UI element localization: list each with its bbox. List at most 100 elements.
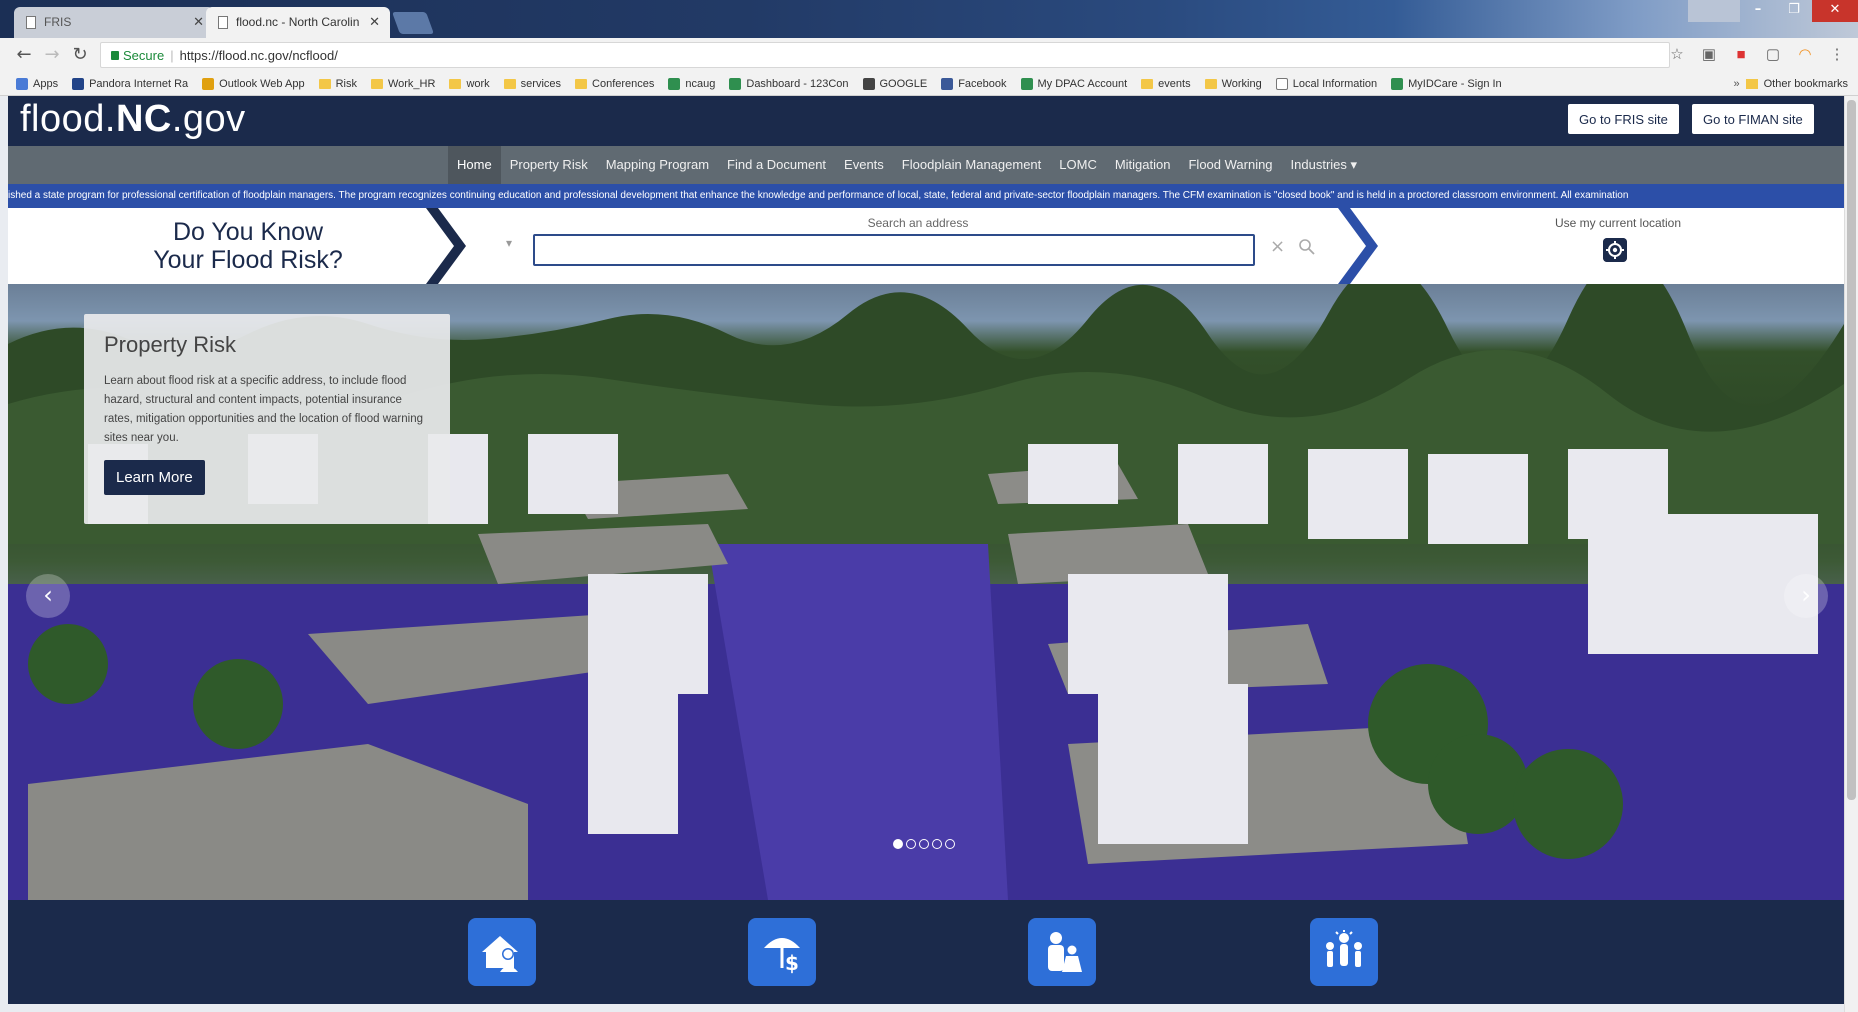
- carousel-next-icon[interactable]: ›: [1784, 574, 1828, 618]
- carousel-dot[interactable]: [919, 839, 929, 849]
- bookmarks-bar: Apps Pandora Internet Ra Outlook Web App Ri…: [0, 72, 1858, 96]
- site-header: flood.NC.gov Go to FRIS site Go to FIMAN…: [8, 96, 1844, 146]
- tab-floodnc[interactable]: flood.nc - North Carolin ✕: [206, 7, 390, 38]
- back-icon[interactable]: ←: [12, 43, 36, 67]
- go-to-fris-button[interactable]: Go to FRIS site: [1568, 104, 1679, 134]
- carousel-prev-icon[interactable]: ‹: [26, 574, 70, 618]
- forward-icon[interactable]: →: [40, 43, 64, 67]
- window-controls: – ❐ ✕: [1688, 0, 1858, 22]
- bookmark-item[interactable]: My DPAC Account: [1020, 77, 1128, 90]
- bookmark-icon: [729, 77, 742, 90]
- carousel-dot[interactable]: [945, 839, 955, 849]
- extension-icon[interactable]: ■: [1732, 46, 1750, 64]
- nav-item[interactable]: Events: [835, 146, 893, 184]
- rss-icon[interactable]: ◠: [1796, 46, 1814, 64]
- scrollbar-thumb[interactable]: [1847, 100, 1856, 800]
- extension-icon[interactable]: ▣: [1700, 46, 1718, 64]
- tab-title: FRIS: [44, 15, 72, 29]
- svg-text:$: $: [785, 951, 799, 975]
- reload-icon[interactable]: ↻: [68, 43, 92, 67]
- star-icon[interactable]: ☆: [1668, 46, 1686, 64]
- bookmark-item[interactable]: Work_HR: [370, 78, 435, 90]
- bookmark-item[interactable]: events: [1141, 78, 1191, 90]
- nav-item[interactable]: Property Risk: [501, 146, 597, 184]
- search-icon[interactable]: [1298, 238, 1316, 256]
- nav-item[interactable]: Floodplain Management: [893, 146, 1050, 184]
- bookmark-label: services: [520, 77, 562, 90]
- nav-item[interactable]: LOMC: [1050, 146, 1106, 184]
- bookmark-item[interactable]: work: [449, 78, 490, 90]
- bookmark-icon: [668, 77, 681, 90]
- bookmark-label: Apps: [33, 77, 59, 90]
- address-bar[interactable]: Secure | https://flood.nc.gov/ncflood/: [100, 42, 1670, 68]
- bookmark-label: My DPAC Account: [1037, 77, 1128, 90]
- bookmark-item[interactable]: Apps: [16, 77, 59, 90]
- chevron-right-icon: [1338, 208, 1378, 284]
- current-location-button[interactable]: [1603, 238, 1627, 262]
- omnibar: ← → ↻ Secure | https://flood.nc.gov/ncfloo…: [0, 38, 1858, 72]
- carousel-dot[interactable]: [893, 839, 903, 849]
- close-tab-icon[interactable]: ✕: [369, 14, 380, 30]
- folder-icon: [449, 78, 462, 89]
- bookmark-item[interactable]: ncaug: [668, 77, 716, 90]
- bookmark-item[interactable]: services: [503, 77, 562, 90]
- minimize-button[interactable]: –: [1740, 0, 1776, 22]
- webpage: flood.NC.gov Go to FRIS site Go to FIMAN…: [8, 96, 1844, 1004]
- bookmark-item[interactable]: MyIDCare - Sign In: [1391, 77, 1502, 90]
- search-label: Search an address: [867, 216, 969, 230]
- new-tab-button[interactable]: [391, 12, 435, 34]
- address-search-input[interactable]: [533, 234, 1255, 266]
- bookmark-item[interactable]: GOOGLE: [862, 77, 928, 90]
- house-family-icon[interactable]: [468, 918, 536, 986]
- bookmark-item[interactable]: Pandora Internet Ra: [72, 77, 188, 90]
- bookmark-item[interactable]: Conferences: [575, 78, 654, 90]
- umbrella-money-icon[interactable]: $: [748, 918, 816, 986]
- bookmark-icon: [1020, 77, 1033, 90]
- learn-more-button[interactable]: Learn More: [104, 460, 205, 495]
- tab-fris[interactable]: FRIS ✕: [14, 7, 214, 38]
- close-tab-icon[interactable]: ✕: [193, 14, 204, 30]
- folder-icon: [1141, 78, 1154, 89]
- folder-icon: [318, 78, 331, 89]
- url-text: https://flood.nc.gov/ncflood/: [179, 48, 338, 63]
- carousel-dot[interactable]: [906, 839, 916, 849]
- clear-icon[interactable]: ×: [1270, 236, 1285, 257]
- menu-icon[interactable]: ⋮: [1828, 46, 1846, 64]
- bookmark-item[interactable]: Dashboard - 123Con: [729, 77, 849, 90]
- browser-titlebar: FRIS ✕ flood.nc - North Carolin ✕ – ❐ ✕: [0, 0, 1858, 38]
- bookmark-label: Dashboard - 123Con: [746, 77, 849, 90]
- bookmark-item[interactable]: Risk: [318, 78, 357, 90]
- nav-item[interactable]: Mapping Program: [597, 146, 718, 184]
- bookmark-item[interactable]: Working: [1204, 78, 1262, 90]
- carousel-dot[interactable]: [932, 839, 942, 849]
- bookmark-label: GOOGLE: [879, 77, 928, 90]
- folder-icon: [503, 78, 516, 89]
- bookmark-item[interactable]: Facebook: [941, 77, 1007, 90]
- person-child-icon[interactable]: [1028, 918, 1096, 986]
- other-bookmarks[interactable]: » Other bookmarks: [1723, 72, 1848, 95]
- chevron-down-icon[interactable]: ▾: [506, 236, 512, 250]
- maximize-button[interactable]: ❐: [1776, 0, 1812, 22]
- community-icon[interactable]: [1310, 918, 1378, 986]
- bookmark-label: ncaug: [685, 77, 716, 90]
- facebook-icon: [941, 77, 954, 90]
- go-to-fiman-button[interactable]: Go to FIMAN site: [1692, 104, 1814, 134]
- page-scrollbar[interactable]: [1844, 96, 1858, 1012]
- nav-item[interactable]: Industries ▾: [1282, 146, 1367, 184]
- extension-icon[interactable]: ▢: [1764, 46, 1782, 64]
- nav-item[interactable]: Mitigation: [1106, 146, 1180, 184]
- bookmark-item[interactable]: Outlook Web App: [202, 77, 305, 90]
- bookmark-label: Conferences: [592, 77, 655, 90]
- folder-icon: [1745, 79, 1758, 89]
- extension-icons: ☆ ▣ ■ ▢ ◠ ⋮: [1668, 46, 1846, 64]
- nav-item[interactable]: Flood Warning: [1179, 146, 1281, 184]
- bookmark-label: MyIDCare - Sign In: [1408, 77, 1502, 90]
- nav-item[interactable]: Home: [448, 146, 501, 184]
- close-window-button[interactable]: ✕: [1812, 0, 1858, 22]
- site-logo[interactable]: flood.NC.gov: [20, 98, 246, 141]
- nav-item[interactable]: Find a Document: [718, 146, 835, 184]
- profile-button[interactable]: [1688, 0, 1740, 22]
- location-label: Use my current location: [1554, 216, 1682, 230]
- bookmark-item[interactable]: Local Information: [1275, 77, 1377, 90]
- folder-icon: [575, 78, 588, 89]
